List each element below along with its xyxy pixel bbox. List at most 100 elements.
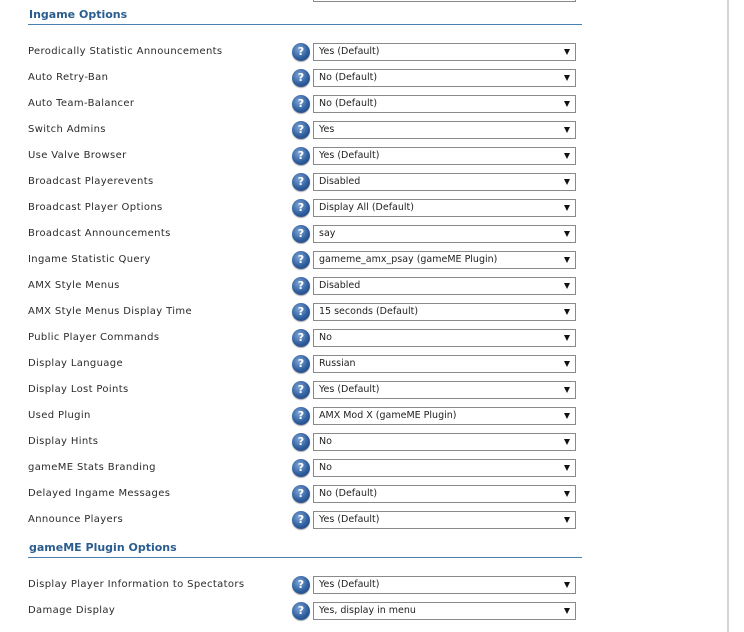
- help-icon[interactable]: ?: [292, 225, 310, 243]
- help-icon[interactable]: ?: [292, 329, 310, 347]
- option-select-value: AMX Mod X (gameME Plugin): [319, 410, 457, 421]
- chevron-down-icon[interactable]: [564, 127, 570, 133]
- chevron-down-icon[interactable]: [564, 283, 570, 289]
- chevron-down-icon[interactable]: [564, 608, 570, 614]
- option-select-value: No: [319, 462, 332, 473]
- option-row: Switch Admins? Yes: [0, 121, 600, 141]
- chevron-down-icon[interactable]: [564, 309, 570, 315]
- help-icon[interactable]: ?: [292, 303, 310, 321]
- help-icon[interactable]: ?: [292, 602, 310, 620]
- option-label: Announce Players: [28, 514, 124, 525]
- help-icon[interactable]: ?: [292, 485, 310, 503]
- option-row: Broadcast Playerevents? Disabled: [0, 173, 600, 193]
- chevron-down-icon[interactable]: [564, 205, 570, 211]
- help-icon[interactable]: ?: [292, 511, 310, 529]
- option-row: AMX Style Menus? Disabled: [0, 277, 600, 297]
- help-icon[interactable]: ?: [292, 277, 310, 295]
- help-icon[interactable]: ?: [292, 95, 310, 113]
- option-select-value: No (Default): [319, 98, 378, 109]
- option-select-value: say: [319, 228, 336, 239]
- help-icon[interactable]: ?: [292, 69, 310, 87]
- chevron-down-icon[interactable]: [564, 491, 570, 497]
- option-select[interactable]: No: [313, 459, 576, 477]
- help-icon[interactable]: ?: [292, 147, 310, 165]
- option-row: Display Player Information to Spectators…: [0, 576, 600, 596]
- option-select[interactable]: No (Default): [313, 95, 576, 113]
- help-icon[interactable]: ?: [292, 407, 310, 425]
- option-label: Display Language: [28, 358, 123, 369]
- option-row: Display Hints? No: [0, 433, 600, 453]
- option-select[interactable]: Disabled: [313, 173, 576, 191]
- option-select[interactable]: say: [313, 225, 576, 243]
- option-select[interactable]: Russian: [313, 355, 576, 373]
- option-select[interactable]: Display All (Default): [313, 199, 576, 217]
- option-select-value: Russian: [319, 358, 356, 369]
- option-select-value: Yes: [319, 124, 335, 135]
- option-select[interactable]: Yes, display in menu: [313, 602, 576, 620]
- chevron-down-icon[interactable]: [564, 582, 570, 588]
- option-select-value: Disabled: [319, 176, 361, 187]
- chevron-down-icon[interactable]: [564, 361, 570, 367]
- option-select[interactable]: Yes (Default): [313, 43, 576, 61]
- chevron-down-icon[interactable]: [564, 179, 570, 185]
- option-select[interactable]: Disabled: [313, 277, 576, 295]
- option-select-value: Yes (Default): [319, 514, 380, 525]
- help-icon[interactable]: ?: [292, 251, 310, 269]
- option-select[interactable]: Yes (Default): [313, 381, 576, 399]
- chevron-down-icon[interactable]: [564, 465, 570, 471]
- help-icon[interactable]: ?: [292, 173, 310, 191]
- chevron-down-icon[interactable]: [564, 101, 570, 107]
- option-label: Public Player Commands: [28, 332, 160, 343]
- option-select-value: gameme_amx_psay (gameME Plugin): [319, 254, 498, 265]
- chevron-down-icon[interactable]: [564, 387, 570, 393]
- chevron-down-icon[interactable]: [564, 75, 570, 81]
- help-icon[interactable]: ?: [292, 576, 310, 594]
- option-select[interactable]: No: [313, 329, 576, 347]
- chevron-down-icon[interactable]: [564, 335, 570, 341]
- option-row: Ingame Statistic Query? gameme_amx_psay (…: [0, 251, 600, 271]
- option-select[interactable]: Yes (Default): [313, 511, 576, 529]
- chevron-down-icon[interactable]: [564, 413, 570, 419]
- option-row: gameME Stats Branding? No: [0, 459, 600, 479]
- option-select[interactable]: No (Default): [313, 485, 576, 503]
- option-label: Auto Team-Balancer: [28, 98, 135, 109]
- option-select[interactable]: No: [313, 433, 576, 451]
- option-select[interactable]: 15 seconds (Default): [313, 303, 576, 321]
- option-label: gameME Stats Branding: [28, 462, 156, 473]
- option-select[interactable]: Yes (Default): [313, 147, 576, 165]
- option-row: Auto Team-Balancer? No (Default): [0, 95, 600, 115]
- option-select-value: Yes, display in menu: [319, 605, 416, 616]
- help-icon[interactable]: ?: [292, 381, 310, 399]
- chevron-down-icon[interactable]: [564, 49, 570, 55]
- option-select[interactable]: AMX Mod X (gameME Plugin): [313, 407, 576, 425]
- section-title: gameME Plugin Options: [28, 541, 582, 558]
- help-icon[interactable]: ?: [292, 459, 310, 477]
- option-row: Display Language? Russian: [0, 355, 600, 375]
- chevron-down-icon[interactable]: [564, 257, 570, 263]
- chevron-down-icon[interactable]: [564, 231, 570, 237]
- chevron-down-icon[interactable]: [564, 517, 570, 523]
- option-row: Used Plugin? AMX Mod X (gameME Plugin): [0, 407, 600, 427]
- option-select[interactable]: Yes (Default): [313, 576, 576, 594]
- option-select-value: No (Default): [319, 488, 378, 499]
- option-label: Display Lost Points: [28, 384, 129, 395]
- option-row: Damage Display? Yes, display in menu: [0, 602, 600, 622]
- option-row: Use Valve Browser? Yes (Default): [0, 147, 600, 167]
- option-row: Broadcast Player Options? Display All (De…: [0, 199, 600, 219]
- option-select[interactable]: gameme_amx_psay (gameME Plugin): [313, 251, 576, 269]
- help-icon[interactable]: ?: [292, 121, 310, 139]
- option-row: Perodically Statistic Announcements? Yes …: [0, 43, 600, 63]
- help-icon[interactable]: ?: [292, 433, 310, 451]
- chevron-down-icon[interactable]: [564, 439, 570, 445]
- option-label: Perodically Statistic Announcements: [28, 46, 223, 57]
- option-row: Delayed Ingame Messages? No (Default): [0, 485, 600, 505]
- chevron-down-icon[interactable]: [564, 153, 570, 159]
- option-label: Ingame Statistic Query: [28, 254, 151, 265]
- help-icon[interactable]: ?: [292, 355, 310, 373]
- option-select[interactable]: No (Default): [313, 69, 576, 87]
- previous-select-edge: [313, 0, 576, 2]
- option-select[interactable]: Yes: [313, 121, 576, 139]
- help-icon[interactable]: ?: [292, 43, 310, 61]
- help-icon[interactable]: ?: [292, 199, 310, 217]
- option-select-value: No: [319, 436, 332, 447]
